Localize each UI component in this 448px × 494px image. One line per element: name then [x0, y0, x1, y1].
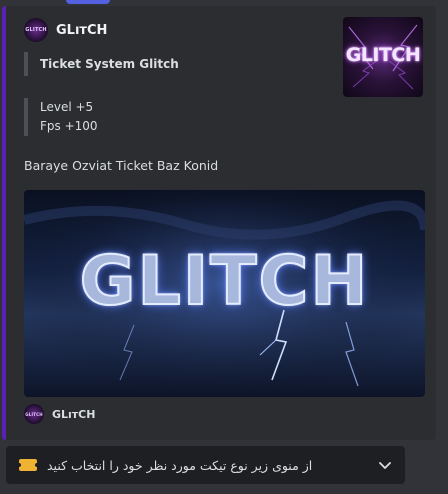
embed-footer: GLITCH GLıтCH — [24, 404, 95, 424]
ticket-icon — [17, 459, 39, 471]
footer-avatar: GLITCH — [24, 404, 44, 424]
banner-logo-text: GLITCH — [79, 241, 370, 322]
embed-author: GLITCH GLıтCH — [24, 18, 107, 42]
ticket-type-select[interactable]: از منوی زیر نوع تیکت مورد نظر خود را انت… — [6, 446, 405, 484]
thumbnail-logo-text: GLITCH — [345, 44, 421, 66]
embed-thumbnail[interactable]: GLITCH — [343, 17, 423, 97]
embed-banner-image[interactable]: GLITCH — [24, 190, 425, 397]
footer-name: GLıтCH — [52, 407, 96, 421]
chevron-down-icon[interactable] — [378, 458, 392, 472]
embed-card: GLITCH GLıтCH GLITCH Ticket System Glitc… — [2, 6, 436, 440]
author-name[interactable]: GLıтCH — [56, 23, 107, 38]
embed-description: Baraye Ozviat Ticket Baz Konid — [24, 158, 219, 173]
select-placeholder: از منوی زیر نوع تیکت مورد نظر خود را انت… — [47, 457, 313, 473]
embed-info-block: Level +5 Fps +100 — [24, 98, 98, 136]
info-line-level: Level +5 — [40, 100, 94, 114]
unread-indicator — [66, 0, 110, 4]
info-line-fps: Fps +100 — [40, 119, 98, 133]
author-avatar[interactable]: GLITCH — [24, 18, 48, 42]
embed-field-title: Ticket System Glitch — [24, 52, 179, 76]
